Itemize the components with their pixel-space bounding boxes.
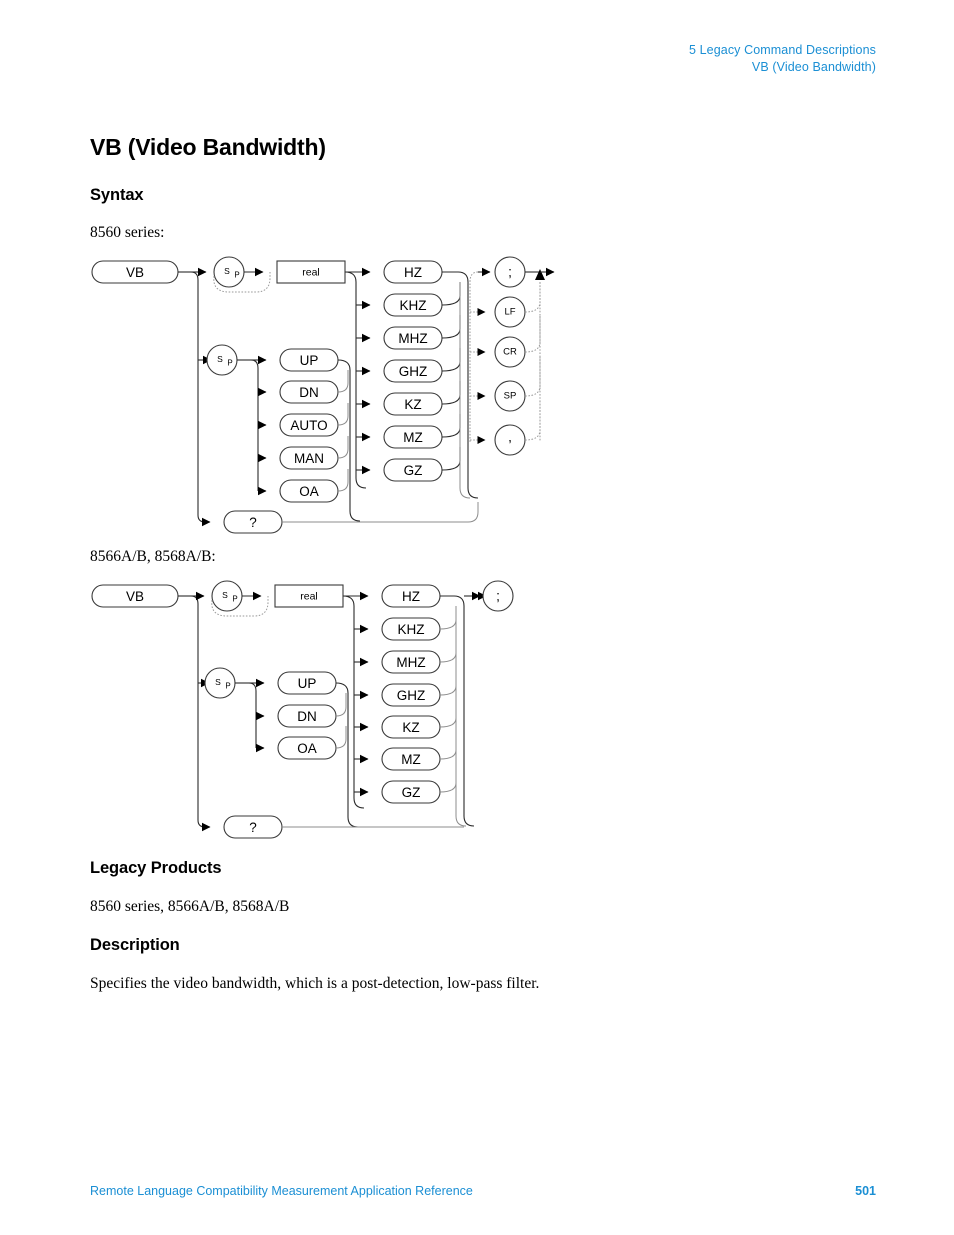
svg-text:DN: DN <box>297 709 317 724</box>
header-chapter: 5 Legacy Command Descriptions <box>688 43 876 57</box>
svg-text:?: ? <box>249 820 257 835</box>
svg-text:GHZ: GHZ <box>397 688 426 703</box>
svg-text:GZ: GZ <box>402 785 421 800</box>
svg-text:MZ: MZ <box>401 752 421 767</box>
footer-title: Remote Language Compatibility Measuremen… <box>90 1184 473 1198</box>
svg-text:OA: OA <box>297 741 317 756</box>
syntax-heading: Syntax <box>90 186 144 204</box>
svg-text:?: ? <box>249 515 257 530</box>
svg-text:real: real <box>300 591 318 603</box>
svg-text:MAN: MAN <box>294 451 324 466</box>
svg-text:UP: UP <box>300 353 319 368</box>
svg-text:MZ: MZ <box>403 430 423 445</box>
footer-page-number: 501 <box>855 1184 876 1198</box>
svg-text:S: S <box>224 266 230 276</box>
syntax-diagram-8566-8568: VB S P real HZ KHZ MHZ GHZ KZ MZ GZ S P … <box>88 580 518 850</box>
svg-text:P: P <box>227 359 232 368</box>
legacy-products-text: 8560 series, 8566A/B, 8568A/B <box>90 898 290 915</box>
svg-text:DN: DN <box>299 385 319 400</box>
svg-text:P: P <box>234 271 239 280</box>
svg-text:P: P <box>232 595 237 604</box>
svg-text:GHZ: GHZ <box>399 364 428 379</box>
description-heading: Description <box>90 936 180 954</box>
header-topic: VB (Video Bandwidth) <box>751 59 876 74</box>
svg-text:KZ: KZ <box>404 397 421 412</box>
svg-text:VB: VB <box>126 265 144 280</box>
svg-text:HZ: HZ <box>402 589 420 604</box>
svg-text:real: real <box>302 267 320 279</box>
svg-text:VB: VB <box>126 589 144 604</box>
svg-text:GZ: GZ <box>404 463 423 478</box>
svg-text:KHZ: KHZ <box>400 298 427 313</box>
svg-text:MHZ: MHZ <box>396 655 425 670</box>
svg-text:;: ; <box>508 265 512 280</box>
svg-text:CR: CR <box>503 347 517 358</box>
syntax-label-8566-8568: 8566A/B, 8568A/B: <box>90 548 216 565</box>
svg-text:UP: UP <box>298 676 317 691</box>
svg-text:LF: LF <box>504 307 515 318</box>
page-title: VB (Video Bandwidth) <box>90 134 326 160</box>
svg-text:S: S <box>222 590 228 600</box>
svg-text:KHZ: KHZ <box>398 622 425 637</box>
svg-text:;: ; <box>496 589 500 604</box>
svg-text:HZ: HZ <box>404 265 422 280</box>
syntax-diagram-8560: VB S P real HZ KHZ MHZ GHZ KZ MZ GZ S P … <box>88 256 578 541</box>
running-header: 5 Legacy Command Descriptions VB (Video … <box>689 42 876 75</box>
svg-text:S: S <box>217 354 223 364</box>
svg-text:MHZ: MHZ <box>398 331 427 346</box>
svg-text:SP: SP <box>504 391 517 402</box>
legacy-products-heading: Legacy Products <box>90 859 222 877</box>
svg-text:KZ: KZ <box>402 720 419 735</box>
svg-text:P: P <box>225 682 230 691</box>
syntax-label-8560: 8560 series: <box>90 224 165 241</box>
svg-text:S: S <box>215 677 221 687</box>
description-text: Specifies the video bandwidth, which is … <box>90 975 540 992</box>
svg-text:OA: OA <box>299 484 319 499</box>
svg-text:AUTO: AUTO <box>290 418 327 433</box>
document-page: 5 Legacy Command Descriptions VB (Video … <box>0 0 954 1235</box>
svg-text:,: , <box>508 430 512 445</box>
